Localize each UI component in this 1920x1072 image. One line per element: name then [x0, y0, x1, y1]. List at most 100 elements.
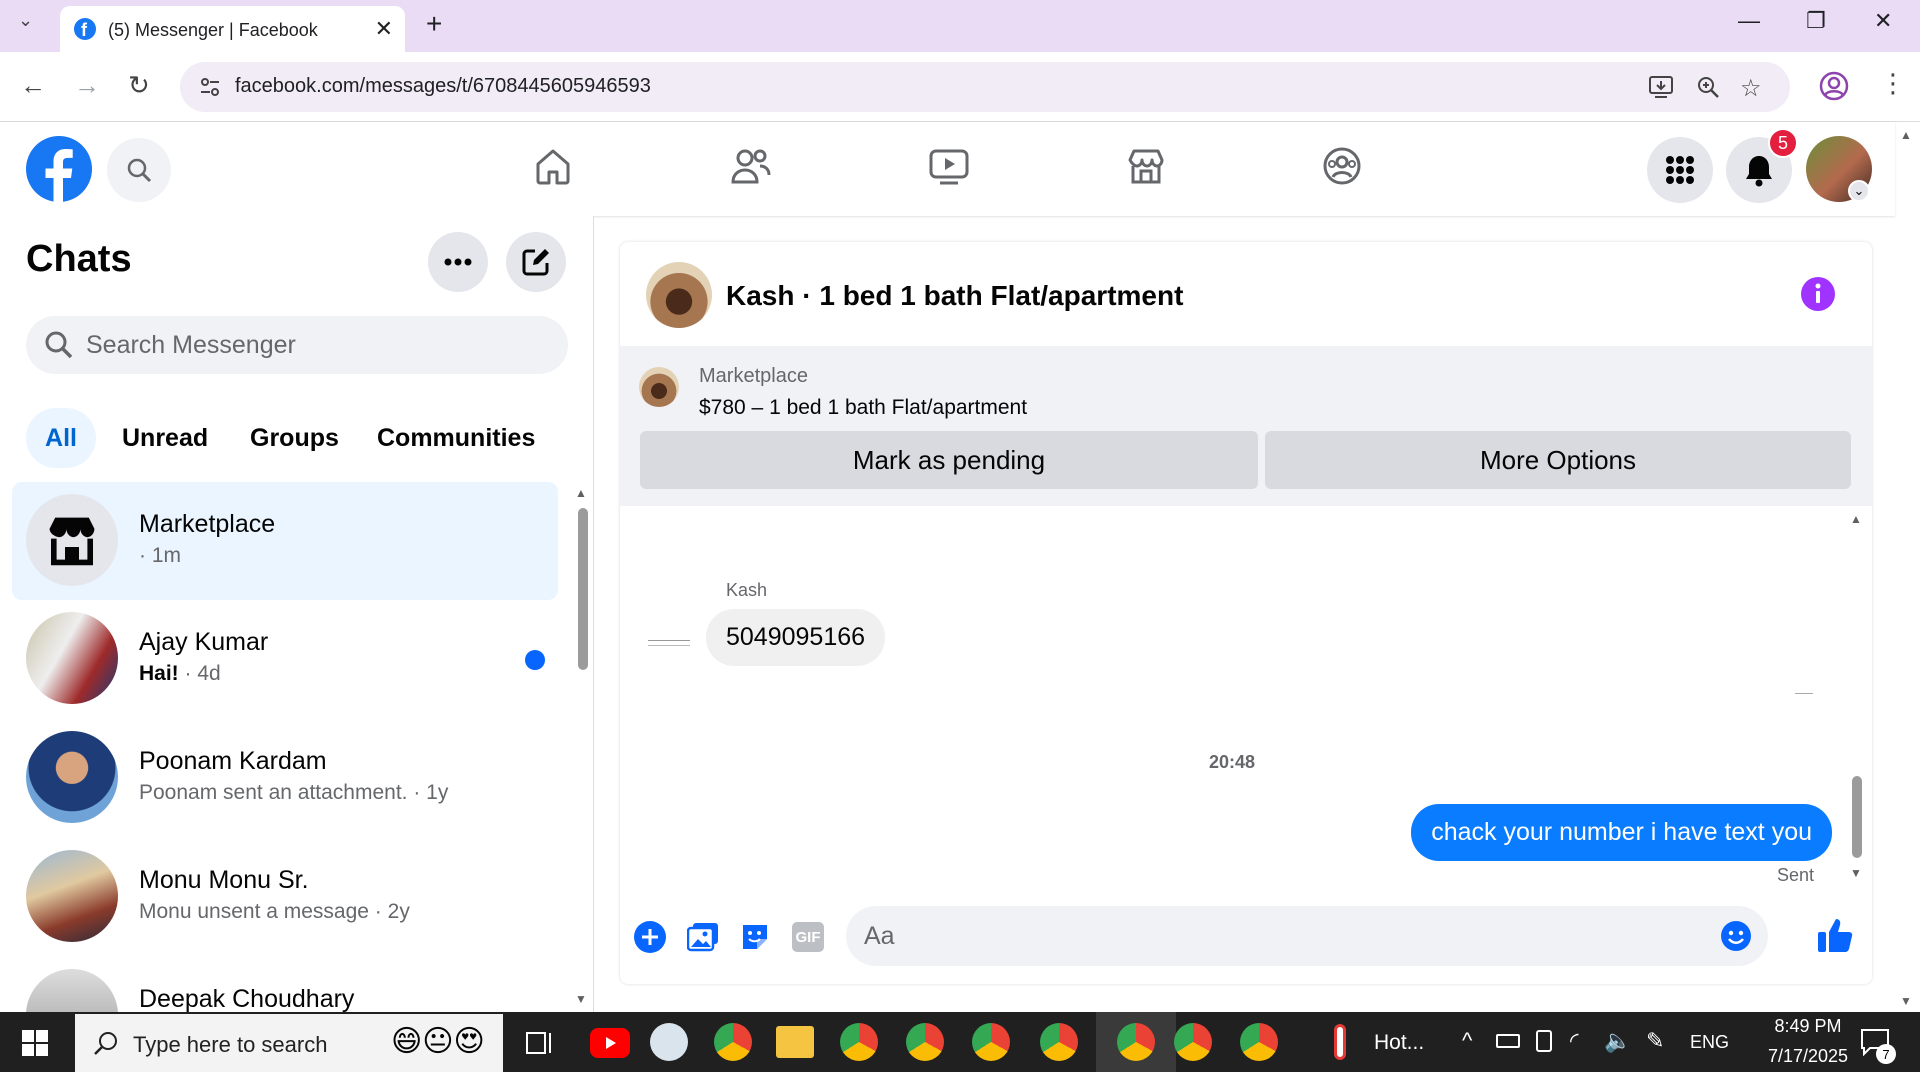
snipping-tool-icon[interactable] — [650, 1023, 688, 1061]
thumbs-up-icon[interactable] — [1816, 916, 1854, 954]
photo-icon[interactable] — [687, 922, 719, 952]
chrome-icon[interactable] — [840, 1023, 878, 1061]
weather-label[interactable]: Hot... — [1374, 1031, 1424, 1055]
chrome-icon[interactable] — [714, 1023, 752, 1061]
filter-unread[interactable]: Unread — [122, 424, 208, 453]
sidebar-scrollbar-thumb[interactable] — [578, 508, 588, 670]
gif-icon[interactable]: GIF — [792, 922, 824, 952]
conversation-title[interactable]: Kash · 1 bed 1 bath Flat/apartment — [726, 280, 1183, 312]
profile-icon[interactable] — [1818, 70, 1850, 102]
bookmark-star-icon[interactable]: ☆ — [1740, 74, 1762, 103]
friends-icon[interactable] — [730, 146, 772, 186]
chrome-icon[interactable] — [1240, 1023, 1278, 1061]
chrome-icon[interactable] — [972, 1023, 1010, 1061]
menu-button[interactable] — [1647, 137, 1713, 203]
new-tab-button[interactable]: + — [426, 8, 442, 40]
info-icon[interactable] — [1801, 277, 1835, 311]
browser-menu-icon[interactable]: ⋮ — [1880, 68, 1906, 99]
sticker-icon[interactable] — [740, 922, 770, 952]
page-scroll-up[interactable]: ▲ — [1900, 128, 1912, 142]
chat-name: Deepak Choudhary — [139, 985, 355, 1012]
chevron-down-icon[interactable]: ⌄ — [1848, 180, 1870, 202]
chevron-up-icon[interactable]: ^ — [1462, 1028, 1472, 1054]
site-info-icon[interactable] — [198, 75, 222, 99]
chat-row-ajay-kumar[interactable]: Ajay Kumar Hai! · 4d — [12, 600, 558, 718]
back-button[interactable]: ← — [20, 70, 46, 101]
file-explorer-icon[interactable] — [776, 1026, 814, 1058]
filter-all[interactable]: All — [26, 408, 96, 468]
notifications-badge: 5 — [1768, 128, 1798, 158]
outgoing-message-bubble[interactable]: chack your number i have text you — [1411, 804, 1832, 861]
browser-tab[interactable]: f (5) Messenger | Facebook ✕ — [60, 6, 405, 52]
forward-button[interactable]: → — [74, 70, 100, 101]
chrome-icon[interactable] — [1040, 1023, 1078, 1061]
conversation-scroll-down[interactable]: ▼ — [1850, 866, 1862, 880]
windows-start-icon[interactable] — [22, 1030, 48, 1056]
chat-name: Poonam Kardam — [139, 747, 327, 775]
marketplace-icon[interactable] — [1126, 146, 1166, 186]
video-icon[interactable] — [928, 146, 970, 186]
chat-row-monu-monu[interactable]: Monu Monu Sr. Monu unsent a message · 2y — [12, 838, 558, 956]
device-icon[interactable] — [1536, 1030, 1552, 1052]
home-icon[interactable] — [533, 146, 573, 186]
filter-communities[interactable]: Communities — [377, 424, 535, 453]
close-window-button[interactable]: ✕ — [1874, 8, 1892, 34]
groups-icon[interactable] — [1322, 146, 1362, 186]
chat-options-button[interactable] — [428, 232, 488, 292]
listing-thumbnail[interactable] — [639, 367, 679, 407]
chat-preview: Poonam sent an attachment. · 1y — [139, 781, 449, 804]
zoom-icon[interactable] — [1695, 74, 1721, 100]
message-sender: Kash — [726, 580, 768, 600]
scroll-up-arrow[interactable]: ▲ — [575, 486, 587, 500]
restore-button[interactable]: ❐ — [1806, 8, 1826, 34]
emoji-icon[interactable] — [1720, 920, 1752, 952]
new-message-button[interactable] — [506, 232, 566, 292]
message-composer[interactable] — [846, 906, 1768, 966]
incoming-message-bubble[interactable]: 5049095166 — [706, 609, 886, 666]
more-options-button[interactable]: More Options — [1265, 431, 1851, 489]
chat-name: Ajay Kumar — [139, 628, 269, 656]
scroll-down-arrow[interactable]: ▼ — [575, 992, 587, 1006]
chrome-icon[interactable] — [1117, 1023, 1155, 1061]
taskbar-search-box[interactable]: Type here to search 😄😐😍 — [75, 1014, 503, 1072]
conversation-avatar[interactable] — [646, 262, 712, 328]
address-bar[interactable]: facebook.com/messages/t/6708445605946593… — [180, 62, 1790, 112]
chrome-icon[interactable] — [1174, 1023, 1212, 1061]
conversation-scroll-up[interactable]: ▲ — [1850, 512, 1862, 526]
facebook-logo-icon[interactable] — [26, 136, 92, 202]
listing-title[interactable]: $780 – 1 bed 1 bath Flat/apartment — [699, 396, 1027, 420]
avatar — [26, 969, 118, 1012]
tab-search-chevron-icon[interactable]: ⌄ — [18, 10, 33, 31]
battery-icon[interactable] — [1496, 1034, 1520, 1048]
chrome-icon[interactable] — [906, 1023, 944, 1061]
mark-as-pending-button[interactable]: Mark as pending — [640, 431, 1258, 489]
wifi-icon[interactable]: ◜ — [1570, 1028, 1579, 1054]
avatar — [26, 731, 118, 823]
facebook-search-button[interactable] — [107, 138, 171, 202]
message-input[interactable] — [864, 916, 1684, 956]
taskbar-time[interactable]: 8:49 PM — [1756, 1016, 1860, 1037]
task-view-icon[interactable] — [524, 1028, 554, 1058]
tab-close-icon[interactable]: ✕ — [375, 16, 393, 42]
reload-button[interactable]: ↻ — [128, 70, 150, 101]
search-icon — [93, 1030, 119, 1056]
chat-row-deepak-choudhary[interactable]: Deepak Choudhary — [12, 957, 558, 1012]
filter-groups[interactable]: Groups — [250, 424, 339, 453]
svg-text:f: f — [81, 20, 88, 40]
thermometer-icon[interactable] — [1334, 1024, 1346, 1060]
install-app-icon[interactable] — [1648, 74, 1674, 100]
plus-icon[interactable] — [634, 921, 666, 953]
volume-icon[interactable]: 🔈 — [1604, 1028, 1631, 1054]
conversation-scrollbar-thumb[interactable] — [1852, 776, 1862, 858]
youtube-icon[interactable] — [590, 1028, 630, 1058]
minimize-button[interactable]: — — [1738, 8, 1760, 34]
taskbar-date[interactable]: 7/17/2025 — [1744, 1046, 1872, 1067]
search-messenger-field[interactable]: Search Messenger — [26, 316, 568, 374]
chat-row-marketplace[interactable]: Marketplace · 1m — [12, 482, 558, 600]
pen-icon[interactable]: ✎ — [1646, 1028, 1664, 1054]
chat-name: Monu Monu Sr. — [139, 866, 309, 894]
page-scroll-down[interactable]: ▼ — [1900, 994, 1912, 1008]
chat-row-poonam-kardam[interactable]: Poonam Kardam Poonam sent an attachment.… — [12, 719, 558, 837]
language-indicator[interactable]: ENG — [1690, 1032, 1729, 1053]
avatar — [26, 850, 118, 942]
